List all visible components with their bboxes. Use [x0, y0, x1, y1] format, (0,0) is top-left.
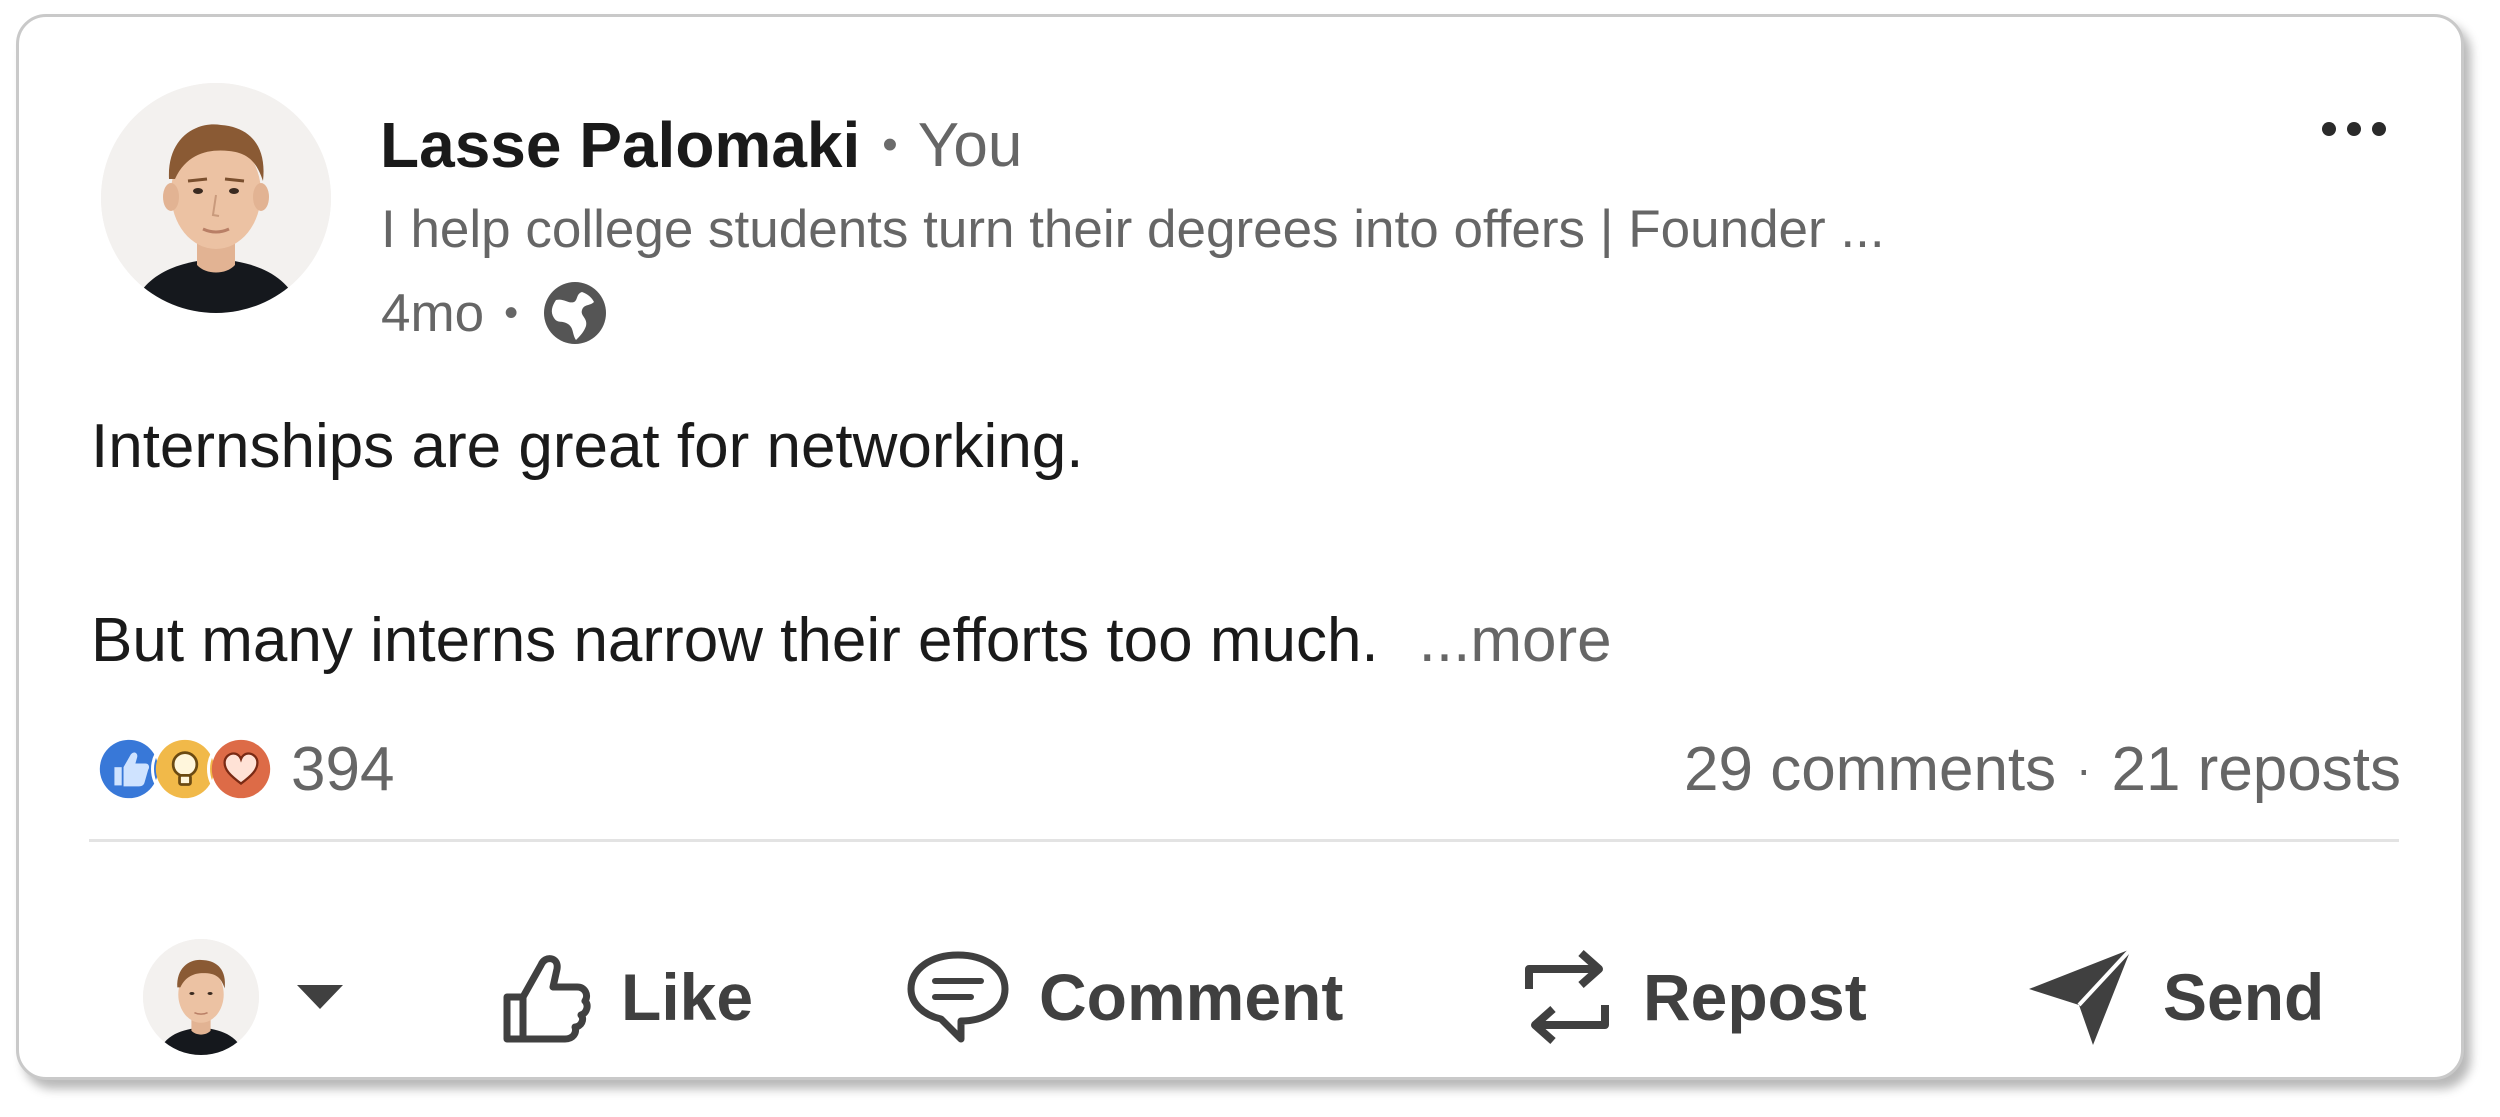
thumbs-up-icon — [503, 955, 591, 1043]
comments-count-link[interactable]: 29 comments — [1684, 734, 2056, 805]
comment-label: Comment — [1039, 960, 1344, 1034]
globe-icon — [540, 278, 610, 348]
like-label: Like — [621, 960, 754, 1034]
see-more-link[interactable]: ...more — [1419, 606, 1612, 675]
send-icon — [2029, 947, 2133, 1045]
like-button[interactable]: Like — [497, 939, 753, 1055]
repost-label: Repost — [1643, 960, 1867, 1034]
author-row: Lasse Palomaki • You — [380, 105, 1022, 185]
post-text-line-2-content: But many interns narrow their efforts to… — [91, 606, 1379, 675]
engagement-stats: 29 comments · 21 reposts — [1684, 729, 2401, 809]
actor-switcher[interactable] — [143, 939, 343, 1055]
repost-icon — [1525, 950, 1609, 1044]
post-text-line-1: Internships are great for networking. — [91, 412, 1084, 481]
reaction-count: 394 — [291, 734, 395, 804]
author-avatar[interactable] — [101, 83, 331, 313]
author-name[interactable]: Lasse Palomaki — [380, 108, 860, 182]
author-headline: I help college students turn their degre… — [381, 200, 1885, 259]
relation-label: You — [917, 110, 1023, 180]
repost-button[interactable]: Repost — [1519, 939, 1867, 1055]
meta-separator: • — [504, 290, 519, 335]
action-bar: Like Comment Repost Send — [19, 917, 2461, 1057]
send-label: Send — [2163, 960, 2325, 1034]
author-photo-icon — [101, 83, 331, 313]
caret-down-icon — [297, 985, 343, 1009]
post-time: 4mo — [381, 283, 485, 343]
comment-button[interactable]: Comment — [905, 939, 1343, 1055]
user-avatar — [143, 939, 259, 1055]
reactions-summary[interactable]: 394 — [95, 729, 394, 809]
more-options-icon[interactable] — [2309, 109, 2399, 149]
comment-icon — [907, 951, 1009, 1043]
post-card: Lasse Palomaki • You I help college stud… — [16, 14, 2464, 1080]
love-reaction-icon — [207, 735, 275, 803]
stats-separator: · — [2076, 743, 2092, 795]
post-text-line-2: But many interns narrow their efforts to… — [91, 605, 1612, 676]
name-separator: • — [882, 120, 898, 169]
divider — [89, 839, 2399, 842]
send-button[interactable]: Send — [2025, 939, 2324, 1055]
post-meta: 4mo • — [381, 275, 610, 351]
reposts-count-link[interactable]: 21 reposts — [2111, 734, 2401, 805]
